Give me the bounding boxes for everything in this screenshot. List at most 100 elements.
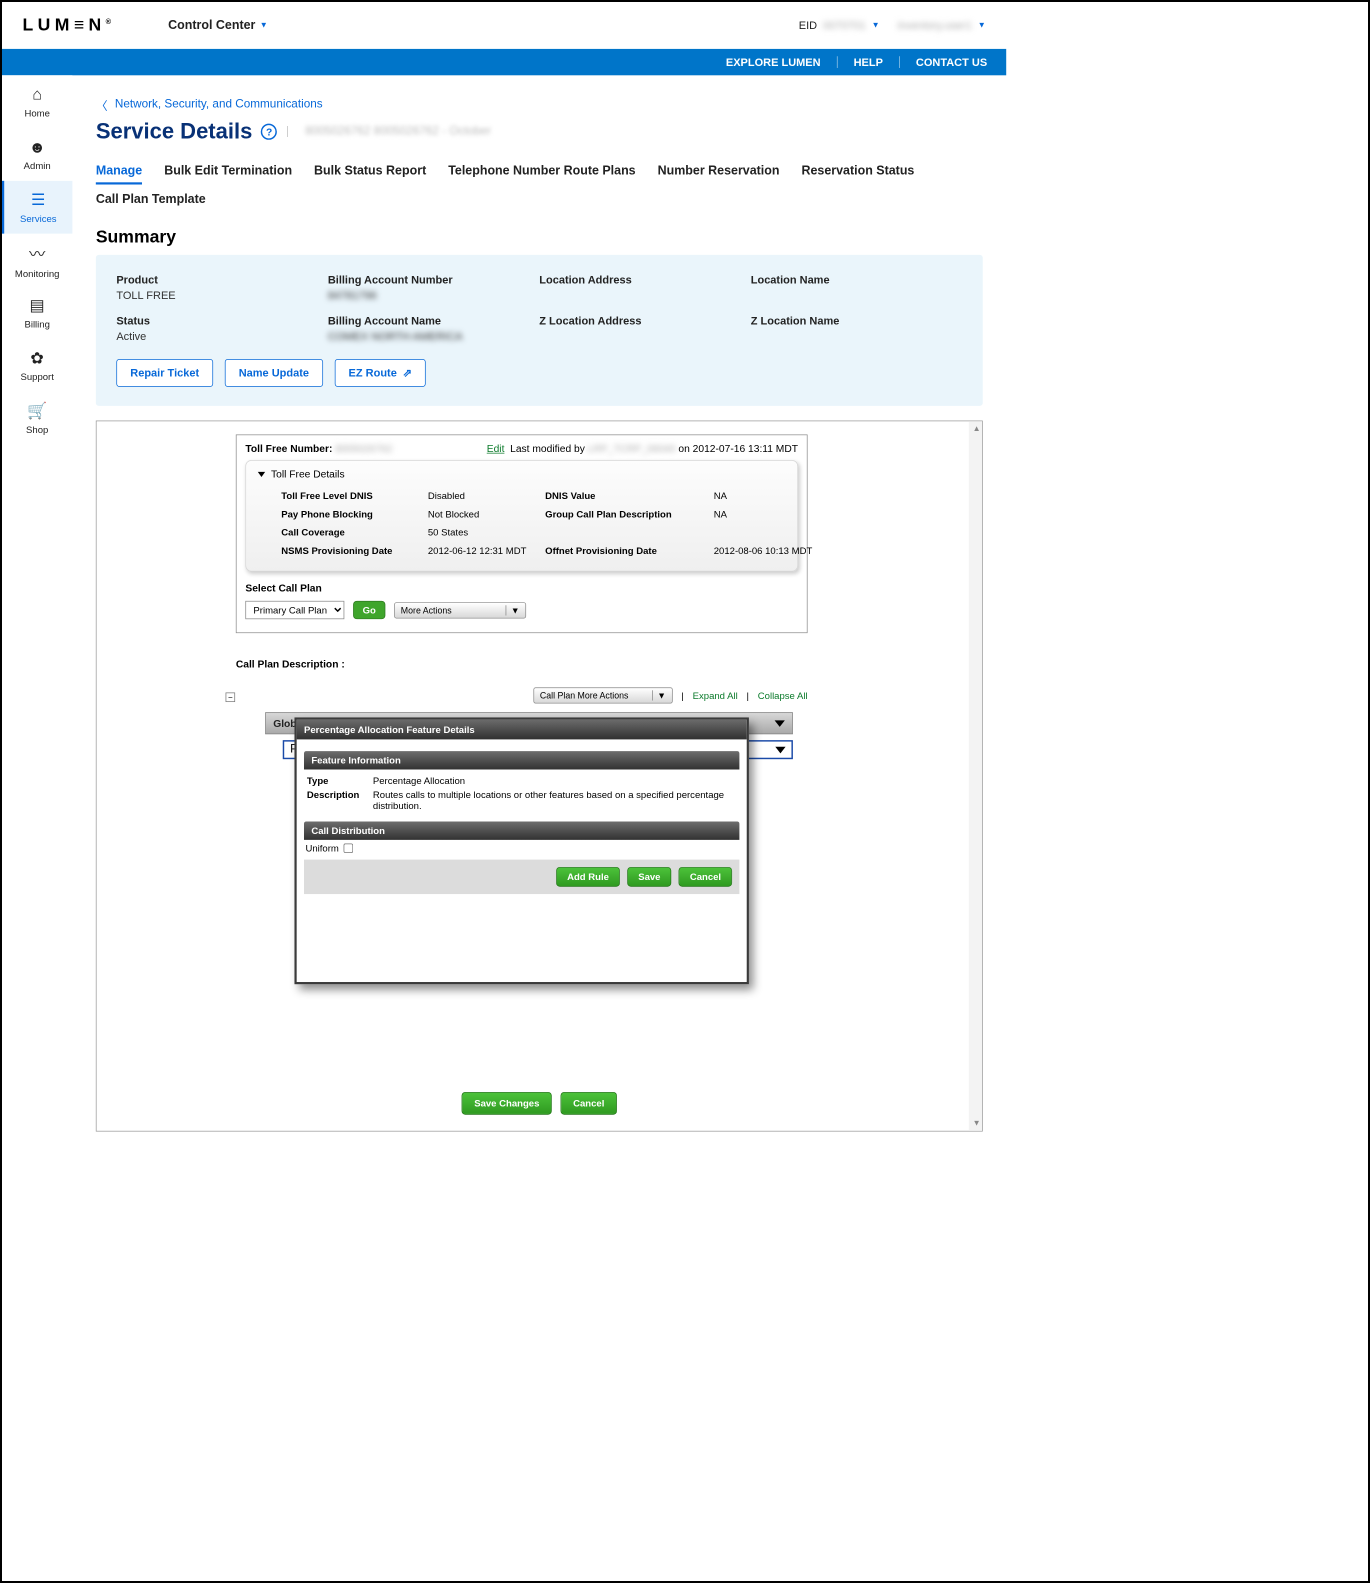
coverage-value: 50 States bbox=[428, 527, 545, 538]
sidebar-item-monitoring[interactable]: 〰Monitoring bbox=[2, 234, 72, 287]
toll-free-box: Toll Free Number: 8005026762 Edit Last m… bbox=[236, 434, 808, 633]
product-label: Product bbox=[116, 274, 327, 286]
zlocation-address-label: Z Location Address bbox=[539, 315, 750, 327]
help-icon[interactable]: ? bbox=[261, 124, 277, 140]
legacy-panel: ▲ ▼ Toll Free Number: 8005026762 Edit La… bbox=[96, 421, 983, 1132]
sidebar-item-billing[interactable]: ▤Billing bbox=[2, 286, 72, 339]
name-update-button[interactable]: Name Update bbox=[225, 359, 323, 387]
sidebar: ⌂Home ☻Admin ☰Services 〰Monitoring ▤Bill… bbox=[2, 75, 72, 1160]
group-value: NA bbox=[714, 509, 831, 520]
tf-number: 8005026762 bbox=[335, 443, 392, 455]
home-icon: ⌂ bbox=[32, 85, 42, 104]
activity-icon: 〰 bbox=[29, 241, 45, 264]
user-icon: ☻ bbox=[29, 138, 46, 157]
status-label: Status bbox=[116, 315, 327, 327]
scrollbar[interactable]: ▲ ▼ bbox=[969, 421, 982, 1131]
feature-details-modal: Percentage Allocation Feature Details Fe… bbox=[294, 717, 748, 984]
chevron-down-icon: ▼ bbox=[652, 690, 666, 700]
feature-info-header: Feature Information bbox=[304, 751, 739, 769]
modal-save-button[interactable]: Save bbox=[627, 867, 671, 887]
external-link-icon: ⇗ bbox=[403, 366, 412, 379]
tab-bulk-status[interactable]: Bulk Status Report bbox=[314, 163, 426, 184]
call-plan-desc-label: Call Plan Description : bbox=[236, 658, 808, 670]
ban-label: Billing Account Number bbox=[328, 274, 539, 286]
collapse-all-link[interactable]: Collapse All bbox=[758, 690, 808, 701]
scroll-down-icon: ▼ bbox=[973, 1119, 981, 1128]
contact-link[interactable]: CONTACT US bbox=[916, 56, 987, 68]
service-id: 8005026762 8005026762 - October bbox=[305, 125, 491, 138]
payphone-value: Not Blocked bbox=[428, 509, 545, 520]
tabs: Manage Bulk Edit Termination Bulk Status… bbox=[96, 163, 983, 184]
summary-heading: Summary bbox=[96, 227, 983, 248]
call-distribution-header: Call Distribution bbox=[304, 821, 739, 839]
modal-cancel-button[interactable]: Cancel bbox=[679, 867, 732, 887]
offnet-label: Offnet Provisioning Date bbox=[545, 545, 714, 556]
tab-bulk-edit[interactable]: Bulk Edit Termination bbox=[164, 163, 292, 184]
desc-label: Description bbox=[307, 789, 366, 811]
nsms-label: NSMS Provisioning Date bbox=[281, 545, 428, 556]
uniform-label: Uniform bbox=[305, 843, 338, 854]
modal-title: Percentage Allocation Feature Details bbox=[297, 720, 747, 740]
scroll-up-icon: ▲ bbox=[973, 424, 981, 433]
more-actions-dropdown[interactable]: More Actions▼ bbox=[394, 602, 526, 618]
cancel-button[interactable]: Cancel bbox=[561, 1092, 617, 1115]
chevron-down-icon: ▼ bbox=[872, 21, 880, 30]
page-title: Service Details bbox=[96, 119, 252, 144]
sidebar-item-shop[interactable]: 🛒Shop bbox=[2, 392, 72, 445]
logo: LUM≡N® bbox=[23, 15, 111, 36]
sidebar-item-support[interactable]: ✿Support bbox=[2, 339, 72, 392]
tab-reservation-status[interactable]: Reservation Status bbox=[801, 163, 914, 184]
ez-route-button[interactable]: EZ Route⇗ bbox=[335, 359, 426, 387]
add-rule-button[interactable]: Add Rule bbox=[556, 867, 620, 887]
coverage-label: Call Coverage bbox=[281, 527, 428, 538]
group-label: Group Call Plan Description bbox=[545, 509, 714, 520]
uniform-checkbox[interactable] bbox=[343, 843, 353, 853]
type-label: Type bbox=[307, 775, 366, 786]
payphone-label: Pay Phone Blocking bbox=[281, 509, 428, 520]
tab-manage[interactable]: Manage bbox=[96, 163, 142, 184]
toll-free-details-toggle[interactable]: Toll Free Details bbox=[258, 468, 786, 480]
help-link[interactable]: HELP bbox=[854, 56, 883, 68]
call-plan-more-actions[interactable]: Call Plan More Actions▼ bbox=[533, 687, 672, 703]
cart-icon: 🛒 bbox=[27, 401, 47, 420]
product-value: TOLL FREE bbox=[116, 289, 327, 301]
breadcrumb[interactable]: 〈 Network, Security, and Communications bbox=[96, 96, 983, 114]
chevron-left-icon: 〈 bbox=[96, 96, 108, 114]
go-button[interactable]: Go bbox=[353, 601, 385, 619]
gear-icon: ✿ bbox=[30, 349, 44, 368]
sidebar-item-services[interactable]: ☰Services bbox=[2, 181, 72, 234]
ban-value: 84781796 bbox=[328, 289, 539, 301]
expand-all-link[interactable]: Expand All bbox=[693, 690, 738, 701]
desc-value: Routes calls to multiple locations or ot… bbox=[373, 789, 737, 811]
triangle-down-icon bbox=[258, 471, 265, 476]
dnisval-label: DNIS Value bbox=[545, 490, 714, 501]
lastmod-text: Last modified by LRP_TCRP_06040 on 2012-… bbox=[510, 443, 798, 455]
explore-link[interactable]: EXPLORE LUMEN bbox=[726, 56, 821, 68]
triangle-down-icon bbox=[775, 720, 785, 727]
sidebar-item-home[interactable]: ⌂Home bbox=[2, 75, 72, 128]
dnisval-value: NA bbox=[714, 490, 831, 501]
app-switcher[interactable]: Control Center▼ bbox=[168, 18, 268, 33]
call-plan-select[interactable]: Primary Call Plan bbox=[245, 601, 344, 619]
save-changes-button[interactable]: Save Changes bbox=[462, 1092, 552, 1115]
chevron-down-icon: ▼ bbox=[506, 605, 520, 615]
baname-label: Billing Account Name bbox=[328, 315, 539, 327]
nsms-value: 2012-06-12 12:31 MDT bbox=[428, 545, 545, 556]
dnis-label: Toll Free Level DNIS bbox=[281, 490, 428, 501]
dnis-value: Disabled bbox=[428, 490, 545, 501]
location-address-label: Location Address bbox=[539, 274, 750, 286]
repair-ticket-button[interactable]: Repair Ticket bbox=[116, 359, 213, 387]
baname-value: COMEX NORTH AMERICA bbox=[328, 330, 539, 342]
tab-call-plan-template[interactable]: Call Plan Template bbox=[96, 192, 206, 211]
offnet-value: 2012-08-06 10:13 MDT bbox=[714, 545, 831, 556]
eid-display[interactable]: EID 0070701 ▼ inventory.user1 ▼ bbox=[799, 19, 986, 31]
tab-number-reservation[interactable]: Number Reservation bbox=[658, 163, 780, 184]
list-icon: ☰ bbox=[31, 190, 45, 209]
tab-route-plans[interactable]: Telephone Number Route Plans bbox=[448, 163, 635, 184]
summary-card: Product TOLL FREE Billing Account Number 8… bbox=[96, 255, 983, 406]
tree-collapse-toggle[interactable]: − bbox=[226, 692, 236, 702]
sidebar-item-admin[interactable]: ☻Admin bbox=[2, 128, 72, 181]
type-value: Percentage Allocation bbox=[373, 775, 737, 786]
edit-link[interactable]: Edit bbox=[487, 443, 505, 455]
status-value: Active bbox=[116, 330, 327, 342]
